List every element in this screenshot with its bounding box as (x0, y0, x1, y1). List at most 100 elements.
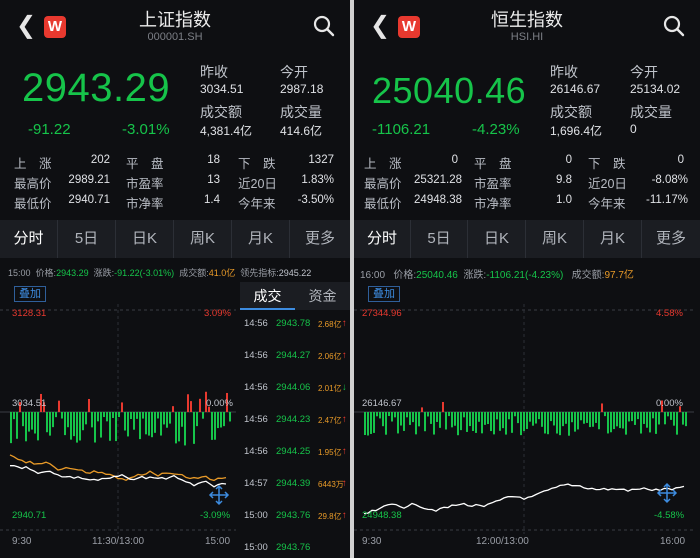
overlay-button[interactable]: 叠加 (14, 286, 46, 302)
stat-label-20d: 近20日 (238, 177, 277, 191)
tab-monthly-k[interactable]: 月K (584, 220, 642, 258)
volume-bar-down (364, 412, 366, 436)
trade-tick-row: 14:56 2944.06 2.01亿 ↓ (240, 382, 350, 398)
volume-bar-down (151, 412, 153, 438)
volume-bar-up (190, 401, 192, 412)
volume-bar-down (643, 412, 645, 424)
volume-bar-down (37, 412, 39, 441)
search-icon[interactable] (312, 14, 336, 38)
tick-amount: 2.01亿 (318, 384, 342, 393)
overlay-button[interactable]: 叠加 (368, 286, 400, 302)
volume-bar-down (409, 412, 411, 425)
tick-price: 2944.23 (276, 414, 311, 425)
tab-daily-k[interactable]: 日K (116, 220, 174, 258)
price-change-percent: -3.01% (122, 121, 170, 138)
volume-bar-down (94, 412, 96, 443)
volume-bar-down (649, 412, 651, 433)
chart-info-header: 15:00 价格:2943.29 涨跌:-91.22(-3.01%) 成交额:4… (8, 266, 311, 279)
volume-bar-down (538, 412, 540, 420)
tab-more[interactable]: 更多 (290, 220, 350, 258)
tick-price: 2944.06 (276, 382, 311, 393)
volume-bar-down (466, 412, 468, 432)
trade-tick-row: 15:00 2943.76 29.8亿 ↑ (240, 510, 350, 526)
tab-5day[interactable]: 5日 (411, 220, 468, 258)
stat-label-low: 最低价 (364, 197, 402, 211)
time-label-mid: 12:00/13:00 (476, 536, 529, 547)
volume-bar-down (616, 412, 618, 427)
tick-time: 14:56 (244, 446, 268, 457)
stat-label-20d: 近20日 (588, 177, 627, 191)
page-title: 上证指数 (139, 10, 211, 30)
volume-bar-down (103, 412, 105, 418)
tab-daily-k[interactable]: 日K (468, 220, 526, 258)
header-change: -91.22(-3.01%) (114, 268, 175, 278)
volume-bar-down (532, 412, 534, 426)
stat-flat-count: 18 (207, 154, 220, 166)
tab-capital[interactable]: 资金 (295, 282, 350, 310)
header-amount-label: 成交额: (571, 270, 605, 281)
header-amount: 97.7亿 (604, 270, 634, 281)
tab-monthly-k[interactable]: 月K (232, 220, 290, 258)
time-label-close: 15:00 (205, 536, 231, 547)
expand-icon[interactable] (208, 484, 230, 506)
index-code: HSI.HI (510, 31, 544, 43)
trade-tick-row: 14:56 2944.25 1.95亿 ↑ (240, 446, 350, 462)
volume-bar-down (631, 412, 633, 422)
tab-more[interactable]: 更多 (642, 220, 700, 258)
volume-bar-down (685, 412, 687, 427)
nav-bar: ❮ W 恒生指数 HSI.HI (354, 0, 700, 54)
stat-label-flat: 平 盘 (474, 157, 512, 171)
volume-bar-down (112, 412, 114, 418)
volume-bar-down (640, 412, 642, 434)
volume-bar-down (475, 412, 477, 433)
volume-bar-down (556, 412, 558, 434)
stat-label-up: 上 涨 (14, 157, 52, 171)
volume-bar-down (448, 412, 450, 417)
tick-amount: 1.95亿 (318, 448, 342, 457)
volume-bar-down (526, 412, 528, 429)
volume-bar-up (187, 394, 189, 412)
volume-label: 成交量 (630, 104, 672, 120)
tick-amount: 2.47亿 (318, 416, 342, 425)
volume-bar-down (145, 412, 147, 435)
intraday-chart (354, 304, 694, 534)
header-price-label: 价格: (35, 268, 57, 278)
stat-up-count: 202 (90, 154, 110, 166)
turnover-label: 成交额 (200, 104, 242, 120)
tab-weekly-k[interactable]: 周K (174, 220, 232, 258)
volume-bar-down (502, 412, 504, 429)
volume-bar-down (454, 412, 456, 426)
tab-intraday[interactable]: 分时 (0, 220, 58, 258)
volume-bar-down (388, 412, 390, 417)
chart-info-header: 16:00 价格:25040.46 涨跌:-1106.21(-4.23%) 成交… (360, 266, 634, 281)
volume-bar-up (199, 398, 201, 412)
volume-bar-down (517, 412, 519, 424)
volume-bar-down (46, 412, 48, 433)
arrow-up-icon: ↑ (342, 350, 347, 361)
tab-weekly-k[interactable]: 周K (526, 220, 584, 258)
tab-intraday[interactable]: 分时 (354, 220, 411, 258)
trade-tab-bar: 成交 资金 (240, 282, 350, 310)
index-code: 000001.SH (147, 31, 203, 43)
search-icon[interactable] (662, 14, 686, 38)
volume-bar-down (553, 412, 555, 426)
header-amount: 41.0亿 (208, 268, 236, 278)
expand-icon[interactable] (656, 482, 678, 504)
tick-time: 14:57 (244, 478, 268, 489)
tab-trades[interactable]: 成交 (240, 282, 295, 310)
volume-bar-down (682, 412, 684, 425)
tab-5day[interactable]: 5日 (58, 220, 116, 258)
stat-label-ytd: 今年来 (238, 197, 276, 211)
volume-bar-down (73, 412, 75, 437)
axis-top-percent: 4.58% (656, 308, 683, 319)
volume-bar-down (133, 412, 135, 430)
volume-bar-down (505, 412, 507, 435)
volume-bar-down (646, 412, 648, 428)
volume-bar-down (499, 412, 501, 431)
arrow-up-icon: ↑ (342, 446, 347, 457)
volume-bar-down (181, 412, 183, 427)
volume-bar-down (85, 412, 87, 425)
current-price: 25040.46 (372, 70, 527, 111)
volume-bar-down (385, 412, 387, 435)
volume-bar-down (472, 412, 474, 431)
